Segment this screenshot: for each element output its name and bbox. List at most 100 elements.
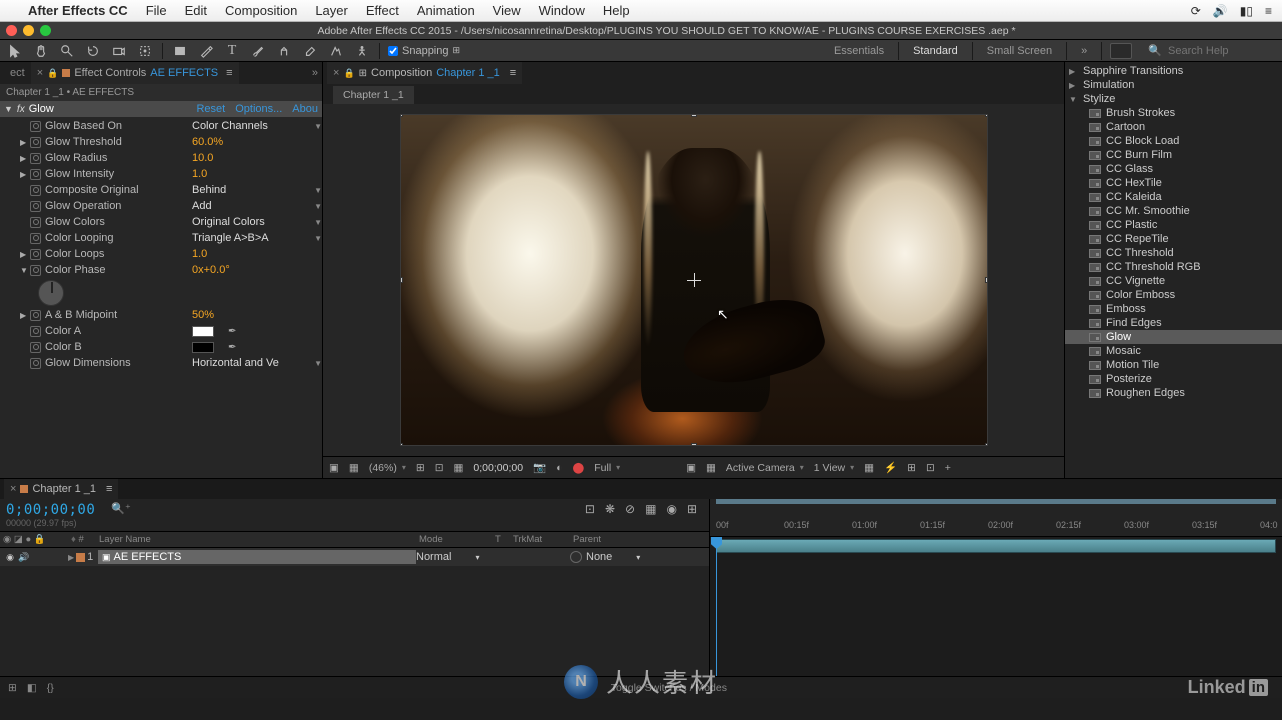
panel-tab-composition[interactable]: × 🔒 ⊞ Composition Chapter 1 _1 ≡	[327, 62, 522, 84]
selection-handle[interactable]	[691, 114, 697, 117]
comp-mini-flowchart-icon[interactable]: ⊡	[585, 502, 595, 516]
anchor-point-icon[interactable]	[687, 273, 701, 287]
hand-tool[interactable]	[32, 42, 50, 60]
menu-help[interactable]: Help	[603, 3, 630, 18]
fx-item[interactable]: CC Mr. Smoothie	[1065, 204, 1282, 218]
parent-dropdown[interactable]: None	[586, 551, 640, 563]
stopwatch-icon[interactable]	[30, 233, 41, 244]
twirl-icon[interactable]: ▶	[20, 311, 30, 320]
close-tab-icon[interactable]: ×	[333, 67, 339, 79]
battery-icon[interactable]: ▮▯	[1240, 4, 1253, 18]
workspace-small-screen[interactable]: Small Screen	[973, 42, 1067, 60]
rotation-tool[interactable]	[84, 42, 102, 60]
toggle-switches-button[interactable]: Toggle Switches / Modes	[64, 682, 1274, 694]
clone-tool[interactable]	[275, 42, 293, 60]
menu-edit[interactable]: Edit	[185, 3, 207, 18]
snapping-checkbox[interactable]	[388, 46, 398, 56]
layer-search-icon[interactable]: 🔍⁺	[111, 502, 131, 515]
effect-options-link[interactable]: Options...	[235, 103, 282, 115]
fx-category[interactable]: ▼Stylize	[1065, 92, 1282, 106]
prop-value[interactable]: 60.0%	[192, 136, 322, 148]
selection-handle[interactable]	[400, 114, 403, 117]
window-minimize-button[interactable]	[23, 25, 34, 36]
fx-item[interactable]: CC Threshold RGB	[1065, 260, 1282, 274]
fx-item[interactable]: Glow	[1065, 330, 1282, 344]
twirl-icon[interactable]: ▼	[20, 266, 30, 275]
panel-overflow-icon[interactable]: »	[312, 67, 318, 79]
fx-item[interactable]: Cartoon	[1065, 120, 1282, 134]
fx-item[interactable]: Roughen Edges	[1065, 386, 1282, 400]
prop-value[interactable]: 10.0	[192, 152, 322, 164]
stopwatch-icon[interactable]	[30, 265, 41, 276]
col-parent[interactable]: Parent	[570, 533, 670, 546]
stopwatch-icon[interactable]	[30, 185, 41, 196]
effect-twirl-icon[interactable]: ▼	[4, 104, 13, 114]
fx-item[interactable]: CC Block Load	[1065, 134, 1282, 148]
prop-dropdown[interactable]: Triangle A>B>A▼	[192, 232, 322, 244]
video-toggle-icon[interactable]: ◉	[4, 551, 16, 563]
fx-item[interactable]: CC Kaleida	[1065, 190, 1282, 204]
rectangle-tool[interactable]	[171, 42, 189, 60]
tab-menu-icon[interactable]: ≡	[226, 67, 232, 79]
col-t[interactable]: T	[492, 533, 510, 546]
stopwatch-icon[interactable]	[30, 249, 41, 260]
fx-item[interactable]: CC Plastic	[1065, 218, 1282, 232]
exposure-icon[interactable]: +	[945, 462, 951, 474]
prop-dropdown[interactable]: Horizontal and Ve▼	[192, 357, 322, 369]
puppet-tool[interactable]	[353, 42, 371, 60]
transparency-grid-icon[interactable]: ▦	[349, 462, 359, 474]
fx-category[interactable]: ▶Simulation	[1065, 78, 1282, 92]
stopwatch-icon[interactable]	[30, 217, 41, 228]
effect-about-link[interactable]: Abou	[292, 103, 318, 115]
fx-category[interactable]: ▶Sapphire Transitions	[1065, 64, 1282, 78]
motion-blur-icon[interactable]: ◉	[666, 502, 676, 516]
eyedropper-icon[interactable]: ✒	[228, 326, 236, 337]
selection-handle[interactable]	[691, 443, 697, 446]
grid-icon[interactable]: ▦	[454, 462, 464, 474]
roi-icon[interactable]: ⊡	[435, 462, 444, 474]
fx-item[interactable]: Color Emboss	[1065, 288, 1282, 302]
show-channel-icon[interactable]: ◐	[556, 462, 562, 474]
selection-tool[interactable]	[6, 42, 24, 60]
effect-header[interactable]: ▼ fx Glow Reset Options... Abou	[0, 101, 322, 117]
comp-name-link[interactable]: Chapter 1 _1	[436, 67, 500, 79]
col-layer-name[interactable]: Layer Name	[96, 533, 416, 546]
layer-duration-bar[interactable]	[716, 539, 1276, 553]
selection-handle[interactable]	[985, 277, 988, 283]
color-mgmt-icon[interactable]: ⬤	[572, 462, 584, 474]
brush-tool[interactable]	[249, 42, 267, 60]
panel-tab-effect-controls[interactable]: × 🔒 Effect Controls AE EFFECTS ≡	[31, 62, 239, 84]
fx-item[interactable]: CC Glass	[1065, 162, 1282, 176]
app-menu[interactable]: After Effects CC	[28, 3, 128, 18]
3d-view-icon[interactable]: ▣	[686, 462, 696, 474]
prop-value[interactable]: 1.0	[192, 168, 322, 180]
effect-reset-link[interactable]: Reset	[196, 103, 225, 115]
fx-item[interactable]: CC HexTile	[1065, 176, 1282, 190]
menu-animation[interactable]: Animation	[417, 3, 475, 18]
fx-item[interactable]: Posterize	[1065, 372, 1282, 386]
eraser-tool[interactable]	[301, 42, 319, 60]
text-tool[interactable]: T	[223, 42, 241, 60]
window-close-button[interactable]	[6, 25, 17, 36]
menu-layer[interactable]: Layer	[315, 3, 348, 18]
fx-item[interactable]: CC Burn Film	[1065, 148, 1282, 162]
snapping-options-icon[interactable]: ⊞	[453, 45, 461, 56]
pen-tool[interactable]	[197, 42, 215, 60]
prop-dropdown[interactable]: Behind▼	[192, 184, 322, 196]
color-swatch[interactable]: ✒	[192, 326, 322, 337]
col-mode[interactable]: Mode	[416, 533, 492, 546]
hide-shy-icon[interactable]: ⊘	[625, 502, 635, 516]
selection-handle[interactable]	[985, 443, 988, 446]
prop-dropdown[interactable]: Color Channels▼	[192, 120, 322, 132]
twirl-icon[interactable]: ▶	[20, 154, 30, 163]
menu-effect[interactable]: Effect	[366, 3, 399, 18]
pan-behind-tool[interactable]	[136, 42, 154, 60]
color-swatch[interactable]: ✒	[192, 342, 322, 353]
lock-icon[interactable]: 🔒	[343, 68, 354, 79]
stopwatch-icon[interactable]	[30, 121, 41, 132]
pickwhip-icon[interactable]	[570, 551, 582, 563]
prop-dropdown[interactable]: Add▼	[192, 200, 322, 212]
toggle-switches-icon[interactable]: ⊞	[8, 682, 17, 694]
twirl-icon[interactable]: ▶	[20, 170, 30, 179]
prop-dropdown[interactable]: Original Colors▼	[192, 216, 322, 228]
